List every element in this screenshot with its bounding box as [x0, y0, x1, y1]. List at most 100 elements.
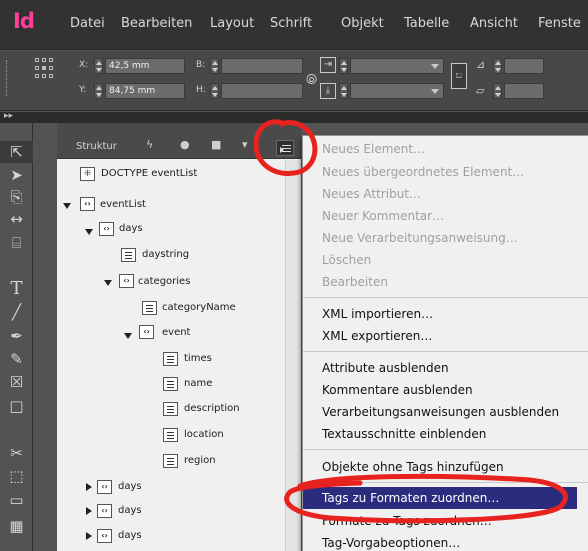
- menu-export-xml[interactable]: XML exportieren…: [322, 329, 432, 343]
- gradient-feather-tool-icon[interactable]: ▦: [0, 515, 33, 537]
- menu-map-tags-to-styles[interactable]: Tags zu Formaten zuordnen…: [322, 491, 499, 505]
- menu-bearbeiten[interactable]: Bearbeiten: [121, 16, 192, 31]
- x-field[interactable]: 42,5 mm: [105, 58, 185, 74]
- tree-node-location[interactable]: location: [184, 429, 224, 440]
- expand-days-2-icon[interactable]: [86, 483, 92, 491]
- menu-layout[interactable]: Layout: [210, 16, 254, 31]
- type-tool-icon[interactable]: T: [0, 278, 33, 300]
- menu-hide-comments[interactable]: Kommentare ausblenden: [322, 383, 473, 397]
- shear-field[interactable]: [504, 83, 544, 99]
- expand-days-icon[interactable]: [85, 229, 93, 235]
- y-field[interactable]: 84,75 mm: [105, 83, 185, 99]
- scale-x-field[interactable]: [350, 58, 444, 74]
- scale-x-dropdown-icon[interactable]: [431, 64, 439, 69]
- collapse-panels-icon[interactable]: ▸▸: [4, 111, 13, 121]
- y-stepper[interactable]: [94, 83, 103, 99]
- free-transform-tool-icon[interactable]: ⬚: [0, 465, 33, 487]
- text-element-icon: [163, 428, 178, 442]
- delete-icon[interactable]: ▾: [242, 138, 248, 151]
- width-field[interactable]: [221, 58, 303, 74]
- tree-node-categories[interactable]: categories: [138, 276, 190, 287]
- element-icon: ‹›: [97, 480, 112, 494]
- menu-delete[interactable]: Löschen: [322, 253, 371, 267]
- tree-node-description[interactable]: description: [184, 403, 240, 414]
- direct-selection-tool-icon[interactable]: ➤: [0, 164, 33, 186]
- page-tool-icon[interactable]: ⎘: [0, 186, 33, 208]
- lightning-icon[interactable]: ϟ: [146, 138, 153, 151]
- tree-node-times[interactable]: times: [184, 353, 212, 364]
- menu-show-text-snippets[interactable]: Textausschnitte einblenden: [322, 427, 486, 441]
- menu-objekt[interactable]: Objekt: [341, 16, 384, 31]
- shear-angle-icon: ▱: [476, 84, 485, 97]
- rotate-angle-icon: ⊿: [476, 58, 486, 71]
- tree-node-categoryname[interactable]: categoryName: [162, 302, 236, 313]
- tree-node-eventlist[interactable]: eventList: [100, 199, 146, 210]
- menu-new-comment[interactable]: Neuer Kommentar…: [322, 209, 444, 223]
- menu-new-attribute[interactable]: Neues Attribut…: [322, 187, 421, 201]
- shear-stepper[interactable]: [493, 83, 502, 99]
- menu-add-untagged-items[interactable]: Objekte ohne Tags hinzufügen: [322, 460, 504, 474]
- scale-y-field[interactable]: [350, 83, 444, 99]
- rectangle-frame-tool-icon[interactable]: ☒: [0, 371, 33, 393]
- tree-node-region[interactable]: region: [184, 455, 216, 466]
- menu-edit[interactable]: Bearbeiten: [322, 275, 388, 289]
- menu-schrift[interactable]: Schrift: [270, 16, 312, 31]
- reference-point-icon[interactable]: [35, 58, 63, 82]
- menu-hide-processing-instructions[interactable]: Verarbeitungsanweisungen ausblenden: [322, 405, 559, 419]
- expand-eventlist-icon[interactable]: [63, 203, 71, 209]
- menu-new-processing-instruction[interactable]: Neue Verarbeitungsanweisung…: [322, 231, 518, 245]
- selection-tool-icon[interactable]: ⇱: [0, 141, 33, 163]
- text-element-icon: [163, 402, 178, 416]
- new-element-icon[interactable]: ■: [211, 138, 221, 151]
- add-attribute-icon[interactable]: ●: [180, 138, 190, 151]
- tree-node-name[interactable]: name: [184, 378, 212, 389]
- menu-datei[interactable]: Datei: [70, 16, 105, 31]
- menu-hide-attributes[interactable]: Attribute ausblenden: [322, 361, 449, 375]
- rotate-stepper[interactable]: [493, 58, 502, 74]
- link-scale-icon[interactable]: ಬ: [451, 63, 467, 89]
- expand-categories-icon[interactable]: [104, 280, 112, 286]
- expand-days-3-icon[interactable]: [86, 507, 92, 515]
- gap-tool-icon[interactable]: ↔: [0, 208, 33, 230]
- element-icon: ‹›: [99, 222, 114, 236]
- scale-y-dropdown-icon[interactable]: [431, 89, 439, 94]
- rectangle-tool-icon[interactable]: □: [0, 395, 33, 417]
- x-stepper[interactable]: [94, 58, 103, 74]
- structure-scrollbar[interactable]: [285, 160, 301, 551]
- scissors-tool-icon[interactable]: ✂: [0, 442, 33, 464]
- element-icon: ‹›: [119, 274, 134, 288]
- tree-node-doctype[interactable]: DOCTYPE eventList: [101, 168, 197, 179]
- scale-y-stepper[interactable]: [339, 83, 348, 99]
- menu-tabelle[interactable]: Tabelle: [404, 16, 449, 31]
- tree-node-event[interactable]: event: [162, 327, 190, 338]
- scale-x-stepper[interactable]: [339, 58, 348, 74]
- menu-ansicht[interactable]: Ansicht: [470, 16, 518, 31]
- gradient-swatch-tool-icon[interactable]: ▭: [0, 489, 33, 511]
- menu-map-styles-to-tags[interactable]: Formate zu Tags zuordnen…: [322, 514, 492, 528]
- control-bar-grip: [6, 60, 8, 96]
- expand-event-icon[interactable]: [124, 333, 132, 339]
- panel-dock-strip: [0, 112, 588, 123]
- tree-node-days-3[interactable]: days: [118, 505, 142, 516]
- menu-new-element[interactable]: Neues Element…: [322, 142, 425, 156]
- constrain-proportions-icon[interactable]: ⦾: [306, 72, 317, 88]
- content-collector-tool-icon[interactable]: ⌸: [0, 232, 33, 254]
- expand-days-4-icon[interactable]: [86, 532, 92, 540]
- menu-import-xml[interactable]: XML importieren…: [322, 307, 433, 321]
- text-element-icon: [121, 248, 136, 262]
- height-field[interactable]: [221, 83, 303, 99]
- rotate-field[interactable]: [504, 58, 544, 74]
- tree-node-days[interactable]: days: [119, 223, 143, 234]
- width-stepper[interactable]: [210, 58, 219, 74]
- line-tool-icon[interactable]: ╱: [0, 301, 33, 323]
- height-stepper[interactable]: [210, 83, 219, 99]
- panel-menu-button[interactable]: [276, 140, 294, 156]
- pen-tool-icon[interactable]: ✒: [0, 325, 33, 347]
- pencil-tool-icon[interactable]: ✎: [0, 348, 33, 370]
- menu-fenster[interactable]: Fenste: [538, 16, 581, 31]
- menu-tagging-preset-options[interactable]: Tag-Vorgabeoptionen…: [322, 536, 460, 550]
- tree-node-days-2[interactable]: days: [118, 481, 142, 492]
- tree-node-days-4[interactable]: days: [118, 530, 142, 541]
- menu-new-parent-element[interactable]: Neues übergeordnetes Element…: [322, 165, 524, 179]
- tree-node-daystring[interactable]: daystring: [142, 249, 189, 260]
